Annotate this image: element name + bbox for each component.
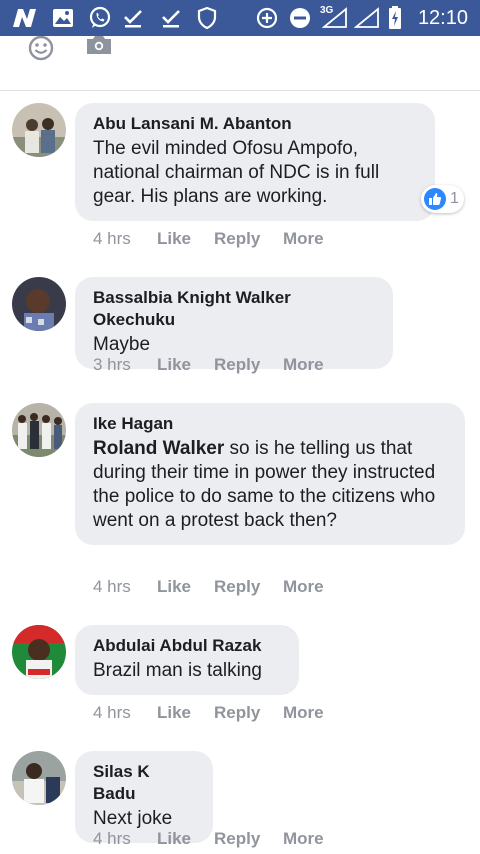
like-button[interactable]: Like xyxy=(157,355,191,375)
reply-button[interactable]: Reply xyxy=(214,829,260,849)
comment-author[interactable]: Bassalbia Knight Walker Okechuku xyxy=(93,287,375,331)
news-app-icon xyxy=(10,6,40,30)
shield-icon xyxy=(196,6,218,30)
comment-text: Next joke xyxy=(93,808,173,829)
camera-icon[interactable] xyxy=(86,36,112,61)
reaction-badge[interactable]: 1 xyxy=(421,185,464,213)
more-button[interactable]: More xyxy=(283,577,324,597)
emoji-icon[interactable] xyxy=(26,35,56,67)
like-button[interactable]: Like xyxy=(157,229,191,249)
comment-timestamp: 4 hrs xyxy=(93,703,131,722)
comment-timestamp: 4 hrs xyxy=(93,829,131,848)
avatar[interactable] xyxy=(12,751,66,805)
like-button[interactable]: Like xyxy=(157,703,191,723)
more-button[interactable]: More xyxy=(283,229,324,249)
comment-composer xyxy=(0,35,480,91)
comment-bubble: Abdulai Abdul Razak Brazil man is talkin… xyxy=(75,625,299,695)
more-button[interactable]: More xyxy=(283,703,324,723)
reply-button[interactable]: Reply xyxy=(214,577,260,597)
comment-timestamp: 3 hrs xyxy=(93,355,131,374)
like-button[interactable]: Like xyxy=(157,577,191,597)
avatar[interactable] xyxy=(12,103,66,157)
status-bar: 3G 12:10 xyxy=(0,0,480,36)
data-saver-icon xyxy=(255,6,279,30)
signal-icon xyxy=(322,6,348,30)
comment-text: The evil minded Ofosu Ampofo, national c… xyxy=(93,138,380,207)
avatar[interactable] xyxy=(12,277,66,331)
reaction-count: 1 xyxy=(450,190,459,207)
reply-button[interactable]: Reply xyxy=(214,355,260,375)
comment-author[interactable]: Abu Lansani M. Abanton xyxy=(93,113,417,135)
mention-link[interactable]: Roland Walker xyxy=(93,438,224,459)
reply-button[interactable]: Reply xyxy=(214,229,260,249)
comment-timestamp: 4 hrs xyxy=(93,577,131,596)
reply-button[interactable]: Reply xyxy=(214,703,260,723)
download-done-icon-2 xyxy=(160,6,182,30)
clock: 12:10 xyxy=(417,7,468,29)
download-done-icon xyxy=(122,6,144,30)
more-button[interactable]: More xyxy=(283,355,324,375)
comment-text: Maybe xyxy=(93,334,151,355)
comment-author[interactable]: Silas K Badu xyxy=(93,761,195,805)
comment-author[interactable]: Ike Hagan xyxy=(93,413,447,435)
do-not-disturb-icon xyxy=(288,6,312,30)
signal-icon-2 xyxy=(354,6,380,30)
battery-charging-icon xyxy=(388,6,402,30)
comment-timestamp: 4 hrs xyxy=(93,229,131,248)
gallery-icon xyxy=(52,6,74,30)
more-button[interactable]: More xyxy=(283,829,324,849)
whatsapp-icon xyxy=(88,6,112,30)
avatar[interactable] xyxy=(12,625,66,679)
comment-bubble: Ike Hagan Roland Walker so is he telling… xyxy=(75,403,465,545)
comment-text: Roland Walker so is he telling us that d… xyxy=(93,437,447,533)
like-reaction-icon xyxy=(424,188,446,210)
comment-bubble: Abu Lansani M. Abanton The evil minded O… xyxy=(75,103,435,221)
comment-author[interactable]: Abdulai Abdul Razak xyxy=(93,635,281,657)
avatar[interactable] xyxy=(12,403,66,457)
like-button[interactable]: Like xyxy=(157,829,191,849)
comment-text: Brazil man is talking xyxy=(93,660,262,681)
